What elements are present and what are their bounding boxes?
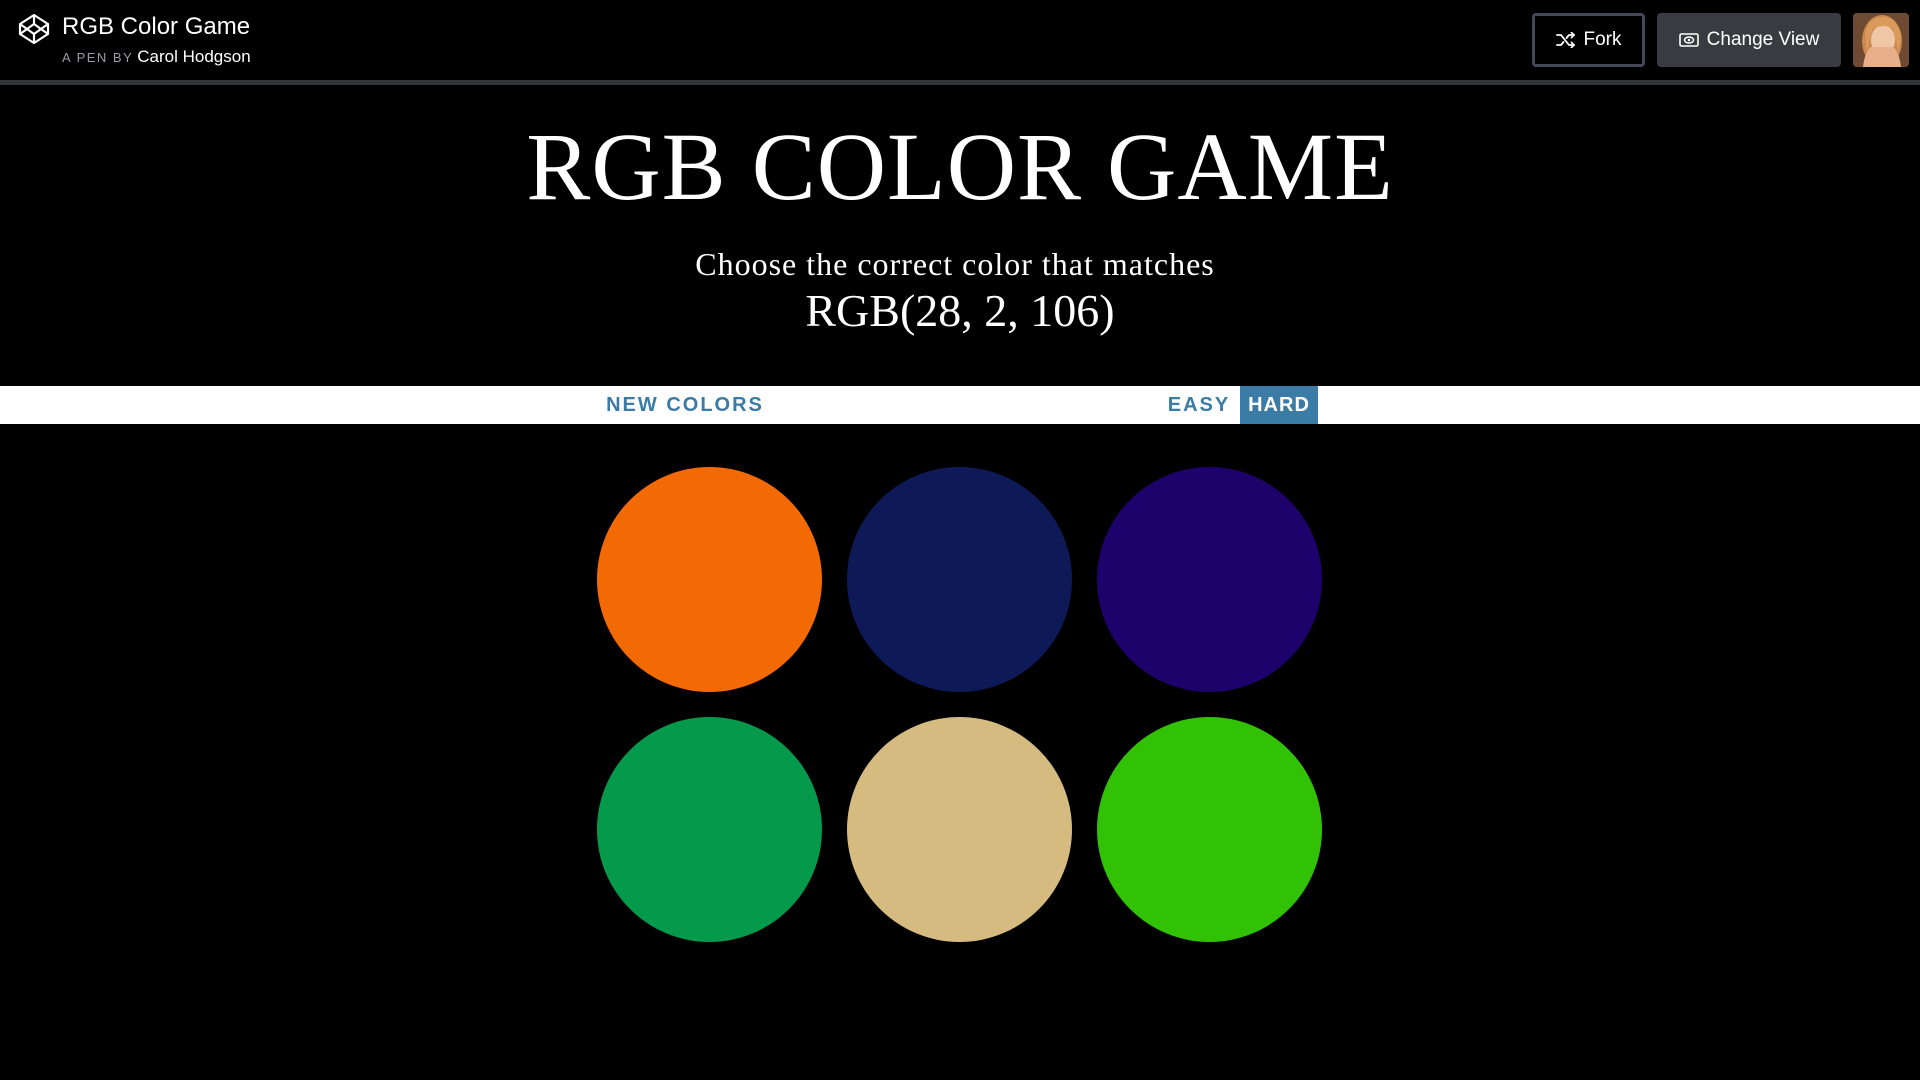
fork-button[interactable]: Fork bbox=[1532, 13, 1645, 67]
controls-stripe: NEW COLORS EASY HARD bbox=[0, 386, 1920, 424]
easy-mode-button[interactable]: EASY bbox=[1160, 386, 1238, 424]
fork-icon bbox=[1555, 32, 1575, 48]
target-rgb-value: RGB(28, 2, 106) bbox=[805, 285, 1115, 336]
hard-mode-button[interactable]: HARD bbox=[1240, 386, 1318, 424]
color-square[interactable] bbox=[847, 717, 1072, 942]
pen-byline: A PEN BY Carol Hodgson bbox=[62, 46, 251, 69]
avatar-image bbox=[1853, 13, 1909, 67]
codepen-header: RGB Color Game A PEN BY Carol Hodgson For… bbox=[0, 0, 1920, 85]
codepen-logo-icon[interactable] bbox=[18, 13, 50, 45]
game-title: RGB COLOR GAME bbox=[526, 113, 1394, 220]
color-square[interactable] bbox=[597, 467, 822, 692]
change-view-button[interactable]: Change View bbox=[1657, 13, 1841, 67]
user-avatar[interactable] bbox=[1853, 13, 1909, 67]
color-square[interactable] bbox=[1097, 467, 1322, 692]
pen-title: RGB Color Game bbox=[62, 13, 251, 40]
instruction-text: Choose the correct color that matches bbox=[695, 246, 1215, 282]
color-square[interactable] bbox=[1097, 717, 1322, 942]
color-square[interactable] bbox=[847, 467, 1072, 692]
fork-label: Fork bbox=[1583, 29, 1622, 50]
new-colors-button[interactable]: NEW COLORS bbox=[600, 386, 770, 424]
change-view-label: Change View bbox=[1706, 29, 1820, 50]
change-view-icon bbox=[1678, 33, 1699, 47]
pen-author-link[interactable]: Carol Hodgson bbox=[137, 47, 250, 66]
pen-by-prefix: A PEN BY bbox=[62, 50, 134, 65]
color-square[interactable] bbox=[597, 717, 822, 942]
